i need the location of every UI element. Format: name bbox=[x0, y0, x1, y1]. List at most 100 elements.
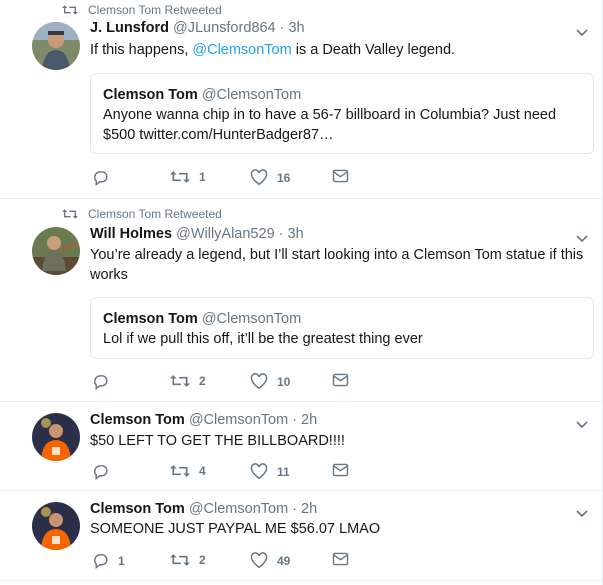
like-count: 49 bbox=[277, 553, 291, 568]
avatar-photo bbox=[32, 227, 80, 275]
tweet[interactable]: Clemson Tom Retweeted J. Lunsford @JLuns… bbox=[0, 0, 602, 199]
author-handle[interactable]: @JLunsford864 bbox=[173, 20, 276, 36]
separator-dot: · bbox=[274, 226, 288, 242]
reply-button[interactable] bbox=[92, 373, 118, 390]
retweet-context-label: Clemson Tom Retweeted bbox=[88, 207, 222, 221]
message-icon bbox=[332, 552, 349, 566]
tweet-actions: 4 11 bbox=[92, 463, 392, 481]
retweet-icon bbox=[170, 375, 190, 387]
message-icon bbox=[332, 373, 349, 387]
author-name[interactable]: J. Lunsford bbox=[90, 20, 169, 36]
retweet-button[interactable]: 2 bbox=[170, 373, 206, 389]
quoted-author-handle: @ClemsonTom bbox=[201, 311, 302, 327]
tweet-header: Clemson Tom @ClemsonTom · 2h bbox=[90, 412, 317, 428]
retweet-icon bbox=[62, 5, 78, 15]
message-button[interactable] bbox=[332, 552, 349, 566]
tweet-timestamp[interactable]: 2h bbox=[301, 412, 317, 428]
message-button[interactable] bbox=[332, 169, 349, 183]
retweet-button[interactable]: 1 bbox=[170, 169, 206, 185]
reply-button[interactable] bbox=[92, 169, 118, 186]
tweet-actions: 1 2 49 bbox=[92, 552, 392, 570]
author-handle[interactable]: @WillyAlan529 bbox=[176, 226, 275, 242]
tweet[interactable]: Clemson Tom @ClemsonTom · 2h SOMEONE JUS… bbox=[0, 491, 602, 581]
quoted-author-name: Clemson Tom bbox=[103, 311, 198, 327]
quoted-tweet[interactable]: Clemson Tom @ClemsonTom Anyone wanna chi… bbox=[90, 73, 594, 154]
tweet-header: Clemson Tom @ClemsonTom · 2h bbox=[90, 501, 317, 517]
like-button[interactable]: 49 bbox=[250, 552, 290, 569]
reply-icon bbox=[94, 554, 108, 569]
like-count: 16 bbox=[277, 170, 291, 185]
separator-dot: · bbox=[288, 501, 302, 517]
tweet-text: If this happens, @ClemsonTom is a Death … bbox=[90, 40, 590, 60]
retweet-count: 2 bbox=[199, 553, 206, 567]
author-handle[interactable]: @ClemsonTom bbox=[189, 501, 288, 517]
message-icon bbox=[332, 463, 349, 477]
message-button[interactable] bbox=[332, 463, 349, 477]
like-button[interactable]: 16 bbox=[250, 169, 290, 186]
quoted-tweet-text: Lol if we pull this off, it’ll be the gr… bbox=[103, 331, 423, 347]
message-icon bbox=[332, 169, 349, 183]
chevron-down-icon[interactable] bbox=[574, 416, 590, 432]
retweet-button[interactable]: 2 bbox=[170, 552, 206, 568]
reply-icon bbox=[94, 465, 108, 480]
retweet-context: Clemson Tom Retweeted bbox=[62, 3, 222, 17]
like-count: 11 bbox=[277, 464, 290, 479]
tweet-actions: 1 16 bbox=[92, 169, 392, 187]
tweet[interactable]: Clemson Tom Retweeted Will Holmes @Willy… bbox=[0, 199, 602, 402]
retweet-button[interactable]: 4 bbox=[170, 463, 206, 479]
retweet-count: 4 bbox=[199, 464, 206, 478]
tweet-text: SOMEONE JUST PAYPAL ME $56.07 LMAO bbox=[90, 521, 381, 537]
author-name[interactable]: Clemson Tom bbox=[90, 501, 185, 517]
tweet-timestamp[interactable]: 3h bbox=[288, 226, 304, 242]
retweet-icon bbox=[170, 171, 190, 183]
like-icon bbox=[250, 463, 268, 480]
quoted-tweet-header: Clemson Tom @ClemsonTom bbox=[103, 87, 301, 103]
retweet-count: 2 bbox=[199, 374, 206, 388]
tweet-header: J. Lunsford @JLunsford864 · 3h bbox=[90, 20, 305, 36]
quoted-author-handle: @ClemsonTom bbox=[201, 87, 302, 103]
reply-icon bbox=[94, 375, 108, 390]
retweet-icon bbox=[62, 209, 78, 219]
tweet-text-part: If this happens, bbox=[90, 42, 193, 58]
author-name[interactable]: Clemson Tom bbox=[90, 412, 185, 428]
avatar[interactable] bbox=[32, 502, 80, 550]
tweet[interactable]: Clemson Tom @ClemsonTom · 2h $50 LEFT TO… bbox=[0, 402, 602, 491]
avatar[interactable] bbox=[32, 227, 80, 275]
like-count: 10 bbox=[277, 374, 291, 389]
separator-dot: · bbox=[288, 412, 302, 428]
author-name[interactable]: Will Holmes bbox=[90, 226, 172, 242]
tweet-text: $50 LEFT TO GET THE BILLBOARD!!!! bbox=[90, 433, 345, 449]
retweet-count: 1 bbox=[199, 170, 206, 184]
retweet-context: Clemson Tom Retweeted bbox=[62, 207, 222, 221]
tweet-timestamp[interactable]: 2h bbox=[301, 501, 317, 517]
avatar[interactable] bbox=[32, 413, 80, 461]
like-icon bbox=[250, 373, 268, 390]
retweet-icon bbox=[170, 554, 190, 566]
mention-link[interactable]: @ClemsonTom bbox=[192, 42, 291, 58]
like-button[interactable]: 11 bbox=[250, 463, 290, 480]
quoted-tweet-header: Clemson Tom @ClemsonTom bbox=[103, 311, 301, 327]
like-button[interactable]: 10 bbox=[250, 373, 290, 390]
retweet-icon bbox=[170, 465, 190, 477]
quoted-tweet-text: $500 twitter.com/HunterBadger87… bbox=[103, 127, 334, 143]
author-handle[interactable]: @ClemsonTom bbox=[189, 412, 288, 428]
avatar[interactable] bbox=[32, 22, 80, 70]
tweet-timestamp[interactable]: 3h bbox=[288, 20, 304, 36]
separator-dot: · bbox=[275, 20, 289, 36]
quoted-tweet[interactable]: Clemson Tom @ClemsonTom Lol if we pull t… bbox=[90, 297, 594, 359]
tweet-text: works bbox=[90, 267, 128, 283]
tweet-text-part: is a Death Valley legend. bbox=[291, 42, 456, 58]
quoted-author-name: Clemson Tom bbox=[103, 87, 198, 103]
avatar-photo bbox=[32, 413, 80, 461]
reply-button[interactable] bbox=[92, 463, 118, 480]
reply-icon bbox=[94, 171, 108, 186]
reply-button[interactable]: 1 bbox=[92, 552, 125, 569]
chevron-down-icon[interactable] bbox=[574, 230, 590, 246]
quoted-tweet-text: Anyone wanna chip in to have a 56-7 bill… bbox=[103, 107, 557, 123]
like-icon bbox=[250, 552, 268, 569]
chevron-down-icon[interactable] bbox=[574, 24, 590, 40]
retweet-context-label: Clemson Tom Retweeted bbox=[88, 3, 222, 17]
avatar-photo bbox=[32, 502, 80, 550]
message-button[interactable] bbox=[332, 373, 349, 387]
like-icon bbox=[250, 169, 268, 186]
